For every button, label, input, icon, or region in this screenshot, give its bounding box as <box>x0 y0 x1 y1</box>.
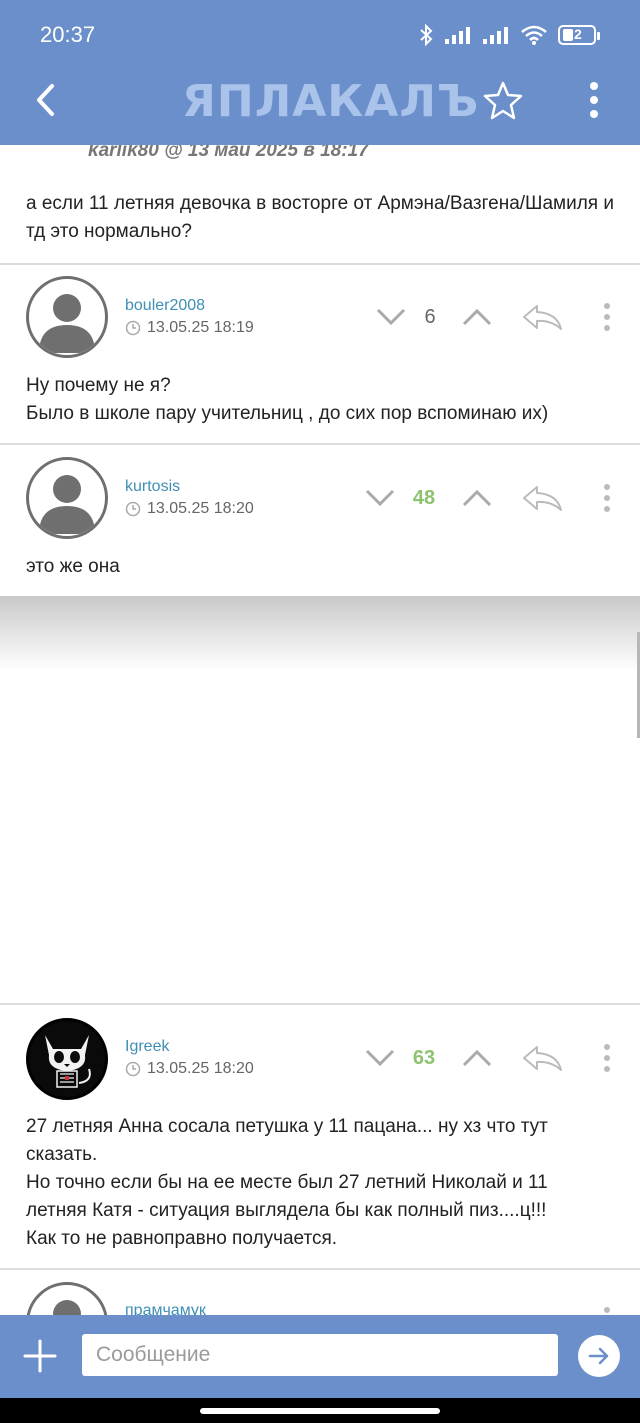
clock-icon <box>125 1061 141 1077</box>
comment-line: летняя Катя - ситуация выглядела бы как … <box>26 1200 547 1221</box>
vote-down-icon[interactable] <box>364 486 396 510</box>
more-vert-icon[interactable] <box>600 302 614 332</box>
divider <box>0 443 640 445</box>
vote-down-icon[interactable] <box>364 1046 396 1070</box>
bluetooth-icon <box>420 23 433 47</box>
vote-up-icon[interactable] <box>461 486 493 510</box>
vote-down-icon[interactable] <box>375 305 407 329</box>
clock-icon <box>125 501 141 517</box>
top-app-bar: 20:37 2 ЯПЛАКАЛЪ <box>0 0 640 145</box>
avatar[interactable] <box>26 457 108 539</box>
avatar[interactable] <box>26 1018 108 1100</box>
skeleton-cat-avatar-icon <box>29 1021 105 1097</box>
post-text: а если 11 летняя девочка в восторге от А… <box>26 193 614 242</box>
back-arrow-icon[interactable] <box>28 80 68 120</box>
vote-count: 63 <box>412 1047 436 1069</box>
plus-icon[interactable] <box>22 1338 58 1374</box>
comment-line: 27 летняя Анна сосала петушка у 11 пацан… <box>26 1116 548 1137</box>
post-date: 13.05.25 18:19 <box>125 319 254 337</box>
comment-line: это же она <box>26 556 120 577</box>
clock-icon <box>125 320 141 336</box>
system-nav-bar <box>0 1398 640 1423</box>
status-icons: 2 <box>418 22 600 48</box>
post-date: 13.05.25 18:20 <box>125 1060 254 1078</box>
comment-text: 27 летняя Анна сосала петушка у 11 пацан… <box>26 1113 548 1253</box>
site-logo: ЯПЛАКАЛЪ <box>182 76 480 127</box>
reply-icon[interactable] <box>521 1044 563 1072</box>
message-input[interactable] <box>82 1334 558 1376</box>
user-placeholder-icon <box>39 294 95 353</box>
wifi-icon <box>521 25 547 45</box>
battery-level: 2 <box>574 26 582 42</box>
author-name[interactable]: kurtosis <box>125 478 180 496</box>
comment-line: Было в школе пару учительниц , до сих по… <box>26 403 549 424</box>
vote-up-icon[interactable] <box>461 1046 493 1070</box>
date-text: 13.05.25 18:20 <box>147 1060 254 1077</box>
user-placeholder-icon <box>39 475 95 534</box>
star-icon[interactable] <box>482 79 524 121</box>
comment-line: Как то не равноправно получается. <box>26 1228 338 1249</box>
signal-icon-2 <box>483 27 508 44</box>
author-name[interactable]: bouler2008 <box>125 297 205 315</box>
status-time: 20:37 <box>40 22 96 47</box>
arrow-right-icon <box>588 1347 609 1365</box>
vote-up-icon[interactable] <box>461 305 493 329</box>
author-name[interactable]: Igreek <box>125 1038 169 1056</box>
send-button[interactable] <box>578 1335 620 1377</box>
date-text: 13.05.25 18:19 <box>147 319 254 336</box>
media-placeholder-shadow <box>0 596 640 671</box>
signal-icon <box>445 27 470 44</box>
date-text: 13.05.25 18:20 <box>147 500 254 517</box>
avatar[interactable] <box>26 276 108 358</box>
more-vert-icon[interactable] <box>600 483 614 513</box>
comment-line: Ну почему не я? <box>26 375 171 396</box>
message-composer <box>0 1315 640 1398</box>
app-screen: 20:37 2 ЯПЛАКАЛЪ karlik80 @ 13 май 2025 … <box>0 0 640 1423</box>
divider <box>0 1268 640 1270</box>
home-indicator[interactable] <box>200 1408 440 1414</box>
comment-line: Но точно если бы на ее месте был 27 летн… <box>26 1172 548 1193</box>
vote-count: 48 <box>412 487 436 509</box>
comment-text: Ну почему не я? Было в школе пару учител… <box>26 372 548 428</box>
reply-icon[interactable] <box>521 303 563 331</box>
comment-line: сказать. <box>26 1144 98 1165</box>
more-vert-icon[interactable] <box>600 1043 614 1073</box>
divider <box>0 263 640 265</box>
more-vert-icon[interactable] <box>582 80 606 120</box>
vote-count: 6 <box>424 306 436 328</box>
divider <box>0 1003 640 1005</box>
post-date: 13.05.25 18:20 <box>125 500 254 518</box>
battery-icon: 2 <box>558 25 600 45</box>
reply-icon[interactable] <box>521 484 563 512</box>
comment-text: это же она <box>26 553 120 581</box>
